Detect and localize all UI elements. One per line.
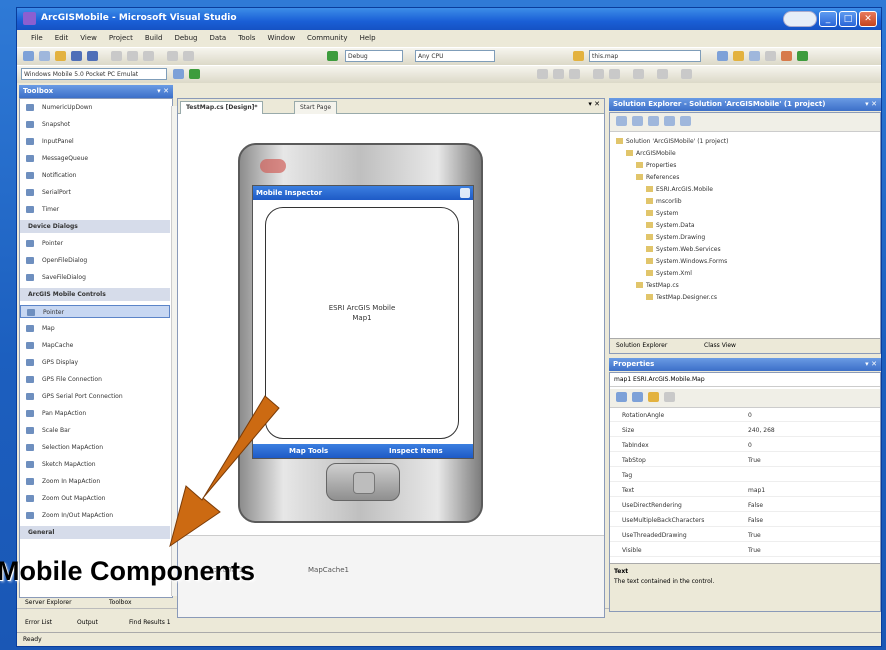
slide-caption: Mobile Components [0, 556, 255, 586]
annotation-arrow [169, 395, 280, 548]
arrow-shape [169, 395, 280, 548]
